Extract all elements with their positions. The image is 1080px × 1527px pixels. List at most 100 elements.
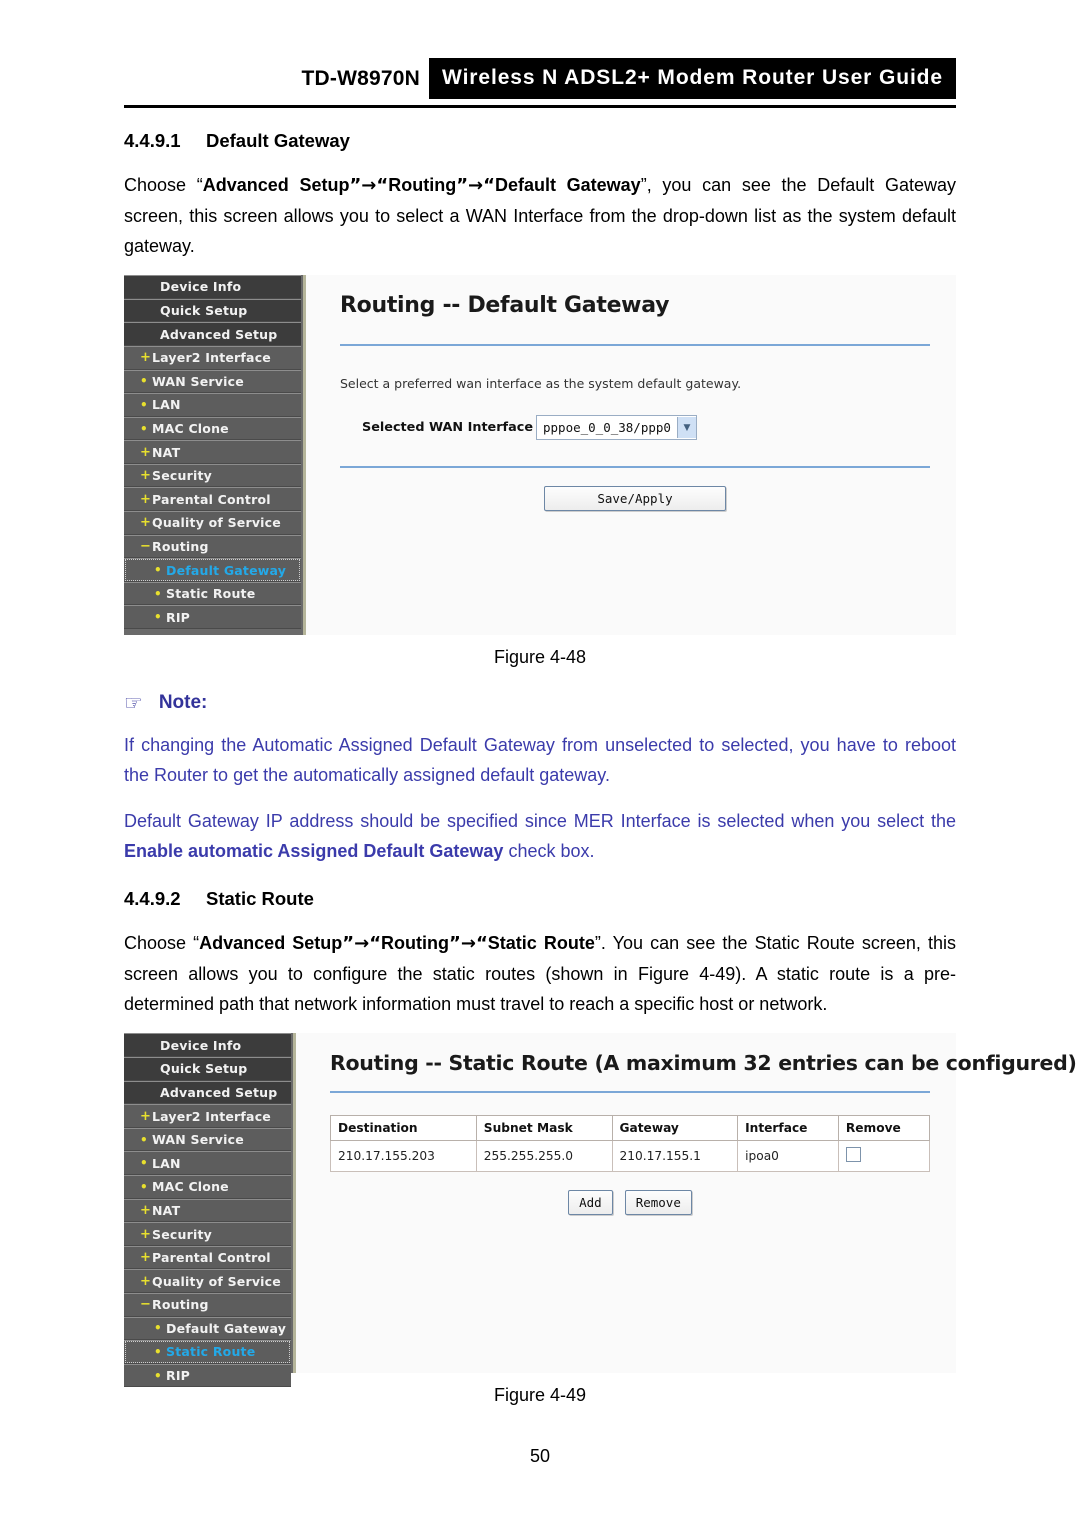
sidebar-item-label: RIP bbox=[166, 1368, 191, 1384]
select-value: pppoe_0_0_38/ppp0 bbox=[543, 420, 671, 436]
sidebar-item-device-info[interactable]: Device Info bbox=[124, 275, 301, 299]
sidebar-item-routing[interactable]: − Routing bbox=[124, 534, 301, 559]
sidebar-item-security[interactable]: + Security bbox=[124, 1222, 291, 1246]
figure-caption-4-49: Figure 4-49 bbox=[493, 1385, 587, 1406]
bullet-icon: • bbox=[140, 1156, 148, 1171]
sidebar-item-mac-clone[interactable]: • MAC Clone bbox=[124, 1175, 291, 1199]
minus-icon: − bbox=[140, 538, 152, 554]
para-bold-routing: Routing bbox=[388, 175, 457, 195]
note-paragraph-2: Default Gateway IP address should be spe… bbox=[124, 806, 956, 866]
sidebar-item-label: LAN bbox=[152, 397, 181, 413]
chevron-down-icon[interactable]: ▼ bbox=[676, 417, 696, 439]
sidebar-item-routing[interactable]: − Routing bbox=[124, 1293, 291, 1317]
sidebar-item-layer2-interface[interactable]: + Layer2 Interface bbox=[124, 1104, 291, 1128]
table-header-row: Destination Subnet Mask Gateway Interfac… bbox=[330, 1115, 931, 1142]
section-heading-default-gateway: 4.4.9.1 Default Gateway bbox=[124, 130, 956, 152]
column-header-gateway: Gateway bbox=[611, 1115, 739, 1142]
static-route-table: Destination Subnet Mask Gateway Interfac… bbox=[330, 1115, 931, 1173]
sidebar-item-label: Quality of Service bbox=[152, 1273, 281, 1289]
sidebar-item-label: MAC Clone bbox=[152, 1179, 229, 1195]
sidebar-item-nat[interactable]: + NAT bbox=[124, 440, 301, 464]
para-text: Choose “ bbox=[124, 933, 200, 954]
static-route-button-row: Add Remove bbox=[330, 1190, 930, 1216]
sidebar-item-device-info[interactable]: Device Info bbox=[124, 1033, 291, 1058]
sidebar-item-rip[interactable]: • RIP bbox=[124, 1363, 291, 1388]
sidebar-item-label: Routing bbox=[152, 538, 209, 554]
sidebar-item-advanced-setup[interactable]: Advanced Setup bbox=[124, 1080, 291, 1105]
router-sidebar-nav-2[interactable]: Device Info Quick Setup Advanced Setup +… bbox=[124, 1033, 296, 1388]
sidebar-item-label: LAN bbox=[152, 1155, 181, 1171]
note-paragraph-1: If changing the Automatic Assigned Defau… bbox=[124, 735, 956, 786]
sidebar-item-lan[interactable]: • LAN bbox=[124, 1151, 291, 1176]
sidebar-item-quick-setup[interactable]: Quick Setup bbox=[124, 1057, 291, 1081]
header-divider-rule bbox=[124, 105, 956, 108]
figure-caption-4-48: Figure 4-48 bbox=[493, 647, 587, 668]
sidebar-item-label: Quick Setup bbox=[160, 1061, 248, 1077]
sidebar-item-label: RIP bbox=[166, 609, 191, 625]
sidebar-item-nat[interactable]: + NAT bbox=[124, 1198, 291, 1223]
cell-destination: 210.17.155.203 bbox=[330, 1140, 477, 1173]
sidebar-item-wan-service[interactable]: • WAN Service bbox=[124, 1127, 291, 1152]
bullet-icon: • bbox=[140, 397, 148, 412]
router-sidebar-nav-1[interactable]: Device Info Quick Setup Advanced Setup +… bbox=[124, 275, 306, 636]
cell-interface: ipoa0 bbox=[737, 1140, 839, 1173]
sidebar-item-rip[interactable]: • RIP bbox=[124, 605, 301, 630]
selected-wan-interface-select[interactable]: pppoe_0_0_38/ppp0 ▼ bbox=[536, 415, 697, 441]
sidebar-item-label: Quality of Service bbox=[152, 515, 281, 531]
sidebar-item-label: Advanced Setup bbox=[160, 326, 278, 342]
panel-title-rule bbox=[330, 1091, 930, 1094]
bullet-icon: • bbox=[154, 586, 162, 601]
sidebar-item-label: WAN Service bbox=[152, 373, 244, 389]
router-content-panel-2: Routing -- Static Route (A maximum 32 en… bbox=[296, 1033, 1077, 1374]
para-bold-advanced-setup: Advanced Setup bbox=[202, 175, 350, 195]
running-header: TD-W8970N Wireless N ADSL2+ Modem Router… bbox=[124, 0, 956, 99]
panel-title-rule bbox=[340, 344, 930, 347]
sidebar-item-label: Device Info bbox=[160, 279, 242, 295]
selected-wan-interface-label: Selected WAN Interface bbox=[362, 420, 534, 436]
sidebar-item-mac-clone[interactable]: • MAC Clone bbox=[124, 416, 301, 441]
sidebar-item-parental-control[interactable]: + Parental Control bbox=[124, 487, 301, 512]
header-banner-title: Wireless N ADSL2+ Modem Router User Guid… bbox=[429, 58, 956, 99]
sidebar-item-layer2-interface[interactable]: + Layer2 Interface bbox=[124, 345, 301, 370]
section-paragraph-static-route: Choose “Advanced Setup”→“Routing”→“Stati… bbox=[124, 928, 956, 1019]
save-apply-button[interactable]: Save/Apply bbox=[544, 486, 726, 512]
note-label: Note: bbox=[158, 692, 208, 714]
plus-icon: + bbox=[140, 491, 152, 507]
sidebar-item-static-route[interactable]: • Static Route bbox=[124, 581, 301, 606]
sidebar-item-label: Layer2 Interface bbox=[152, 1108, 271, 1124]
remove-checkbox[interactable] bbox=[845, 1147, 861, 1163]
sidebar-item-quality-of-service[interactable]: + Quality of Service bbox=[124, 1269, 291, 1293]
column-header-remove: Remove bbox=[837, 1115, 931, 1142]
sidebar-item-static-route[interactable]: • Static Route bbox=[124, 1340, 291, 1364]
plus-icon: + bbox=[140, 515, 152, 531]
add-button[interactable]: Add bbox=[568, 1190, 613, 1216]
cell-remove bbox=[837, 1140, 931, 1173]
sidebar-item-wan-service[interactable]: • WAN Service bbox=[124, 369, 301, 394]
router-content-panel-1: Routing -- Default Gateway Select a pref… bbox=[306, 275, 956, 636]
note-text-pre: Default Gateway IP address should be spe… bbox=[124, 811, 956, 832]
sidebar-item-advanced-setup[interactable]: Advanced Setup bbox=[124, 322, 301, 346]
sidebar-item-security[interactable]: + Security bbox=[124, 463, 301, 488]
section-title: Static Route bbox=[206, 888, 314, 910]
sidebar-item-parental-control[interactable]: + Parental Control bbox=[124, 1245, 291, 1270]
sidebar-item-label: Default Gateway bbox=[166, 562, 287, 578]
plus-icon: + bbox=[140, 1202, 152, 1218]
remove-button[interactable]: Remove bbox=[624, 1190, 692, 1216]
section-title: Default Gateway bbox=[206, 130, 350, 151]
panel-title: Routing -- Default Gateway bbox=[340, 293, 670, 319]
panel-description: Select a preferred wan interface as the … bbox=[340, 376, 742, 392]
sidebar-item-quick-setup[interactable]: Quick Setup bbox=[124, 298, 301, 323]
sidebar-item-label: Parental Control bbox=[152, 491, 271, 507]
plus-icon: + bbox=[140, 468, 152, 484]
sidebar-item-lan[interactable]: • LAN bbox=[124, 393, 301, 417]
cell-gateway: 210.17.155.1 bbox=[611, 1140, 739, 1173]
sidebar-item-quality-of-service[interactable]: + Quality of Service bbox=[124, 511, 301, 535]
sidebar-item-label: WAN Service bbox=[152, 1132, 244, 1148]
sidebar-item-default-gateway[interactable]: • Default Gateway bbox=[124, 558, 301, 582]
column-header-destination: Destination bbox=[330, 1115, 477, 1142]
sidebar-item-label: NAT bbox=[152, 444, 181, 460]
sidebar-item-default-gateway[interactable]: • Default Gateway bbox=[124, 1316, 291, 1341]
bullet-icon: • bbox=[140, 1132, 148, 1147]
minus-icon: − bbox=[140, 1297, 152, 1313]
pointing-hand-icon: ☞ bbox=[124, 690, 143, 715]
